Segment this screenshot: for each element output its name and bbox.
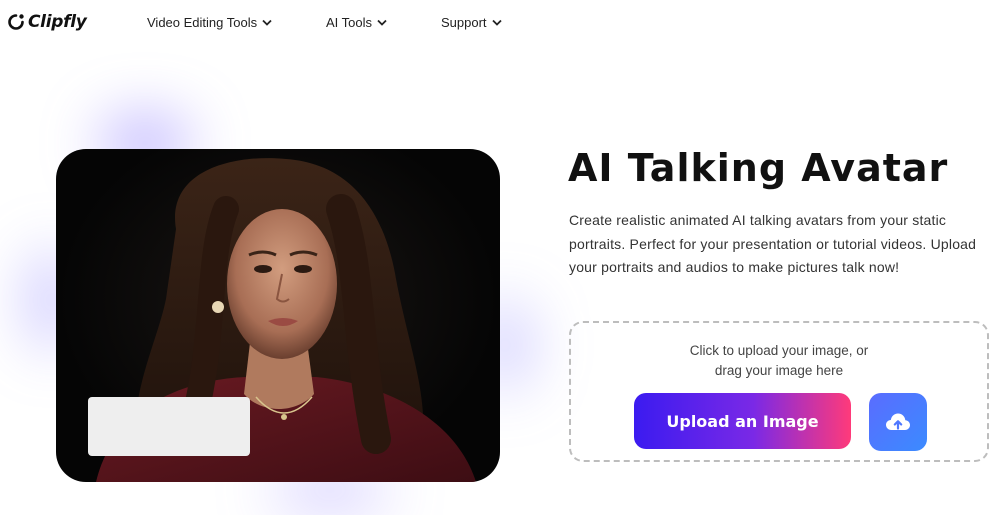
chevron-down-icon bbox=[262, 19, 272, 26]
subtitle-placeholder bbox=[88, 397, 250, 456]
nav-item-support[interactable]: Support bbox=[441, 15, 502, 30]
cloud-upload-icon bbox=[886, 413, 910, 430]
page-description: Create realistic animated AI talking ava… bbox=[569, 212, 977, 275]
nav-item-label: Support bbox=[441, 15, 487, 30]
page-title: AI Talking Avatar bbox=[568, 146, 949, 190]
chevron-down-icon bbox=[491, 19, 502, 26]
nav-item-ai-tools[interactable]: AI Tools bbox=[326, 15, 387, 30]
nav-item-video-editing-tools[interactable]: Video Editing Tools bbox=[147, 15, 272, 30]
nav-item-label: AI Tools bbox=[326, 15, 373, 30]
nav-item-label: Video Editing Tools bbox=[147, 15, 258, 30]
clipfly-logo-icon bbox=[8, 14, 24, 30]
brand-logo[interactable]: Clipfly bbox=[7, 12, 87, 32]
chevron-down-icon bbox=[377, 19, 387, 26]
dropzone-hint: Click to upload your image, or drag your… bbox=[689, 343, 869, 378]
upload-image-button[interactable]: Upload an Image bbox=[634, 393, 851, 449]
brand-name: Clipfly bbox=[28, 12, 87, 32]
cloud-upload-button[interactable] bbox=[869, 393, 927, 451]
top-nav: Clipfly Video Editing Tools AI Tools Sup… bbox=[0, 0, 1000, 48]
